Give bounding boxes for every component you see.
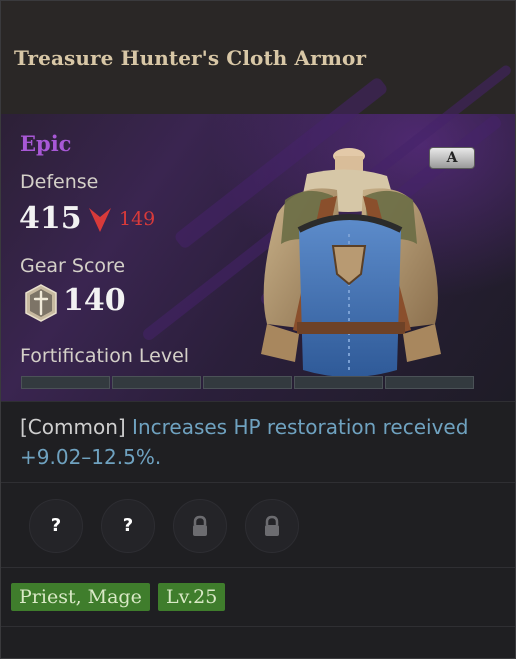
item-effect: [Common] Increases HP restoration receiv… — [20, 412, 500, 472]
question-mark-icon: ? — [122, 515, 134, 536]
gear-score-label: Gear Score — [20, 255, 126, 277]
item-name: Treasure Hunter's Cloth Armor — [14, 46, 367, 70]
socket-slot-locked[interactable] — [173, 499, 227, 553]
fortification-label: Fortification Level — [20, 345, 190, 367]
socket-slot-unknown[interactable]: ? — [29, 499, 83, 553]
lock-icon — [193, 515, 207, 536]
question-mark-icon: ? — [50, 515, 62, 536]
level-requirement-tag: Lv.25 — [158, 583, 226, 611]
gear-score-value: 140 — [63, 283, 126, 318]
divider — [1, 401, 515, 402]
defense-difference: 149 — [119, 208, 156, 230]
item-tooltip: Treasure Hunter's Cloth Armor Epic A Def… — [0, 0, 516, 659]
fortification-segment — [294, 376, 383, 389]
rarity-label: Epic — [20, 131, 72, 156]
socket-slot-locked[interactable] — [245, 499, 299, 553]
socket-slots: ? ? — [1, 482, 515, 567]
defense-value: 415 — [19, 201, 82, 236]
defense-label: Defense — [20, 171, 99, 193]
armor-image — [261, 148, 441, 377]
lock-icon — [265, 515, 279, 536]
fortification-segment — [203, 376, 292, 389]
class-requirement-tag: Priest, Mage — [11, 583, 150, 611]
fortification-segment — [21, 376, 110, 389]
fortification-segment — [385, 376, 474, 389]
decrease-arrow-icon — [89, 208, 111, 232]
tooltip-header: Treasure Hunter's Cloth Armor — [1, 1, 515, 115]
effect-tag: [Common] — [20, 415, 126, 439]
divider — [1, 626, 515, 627]
gear-score-icon — [25, 284, 57, 322]
requirement-tags: Priest, Mage Lv.25 — [1, 568, 515, 626]
grade-badge: A — [429, 147, 475, 169]
socket-slot-unknown[interactable]: ? — [101, 499, 155, 553]
item-stats-panel: Epic A Defense 415 149 Gear Score 140 Fo… — [1, 63, 515, 401]
fortification-segment — [112, 376, 201, 389]
